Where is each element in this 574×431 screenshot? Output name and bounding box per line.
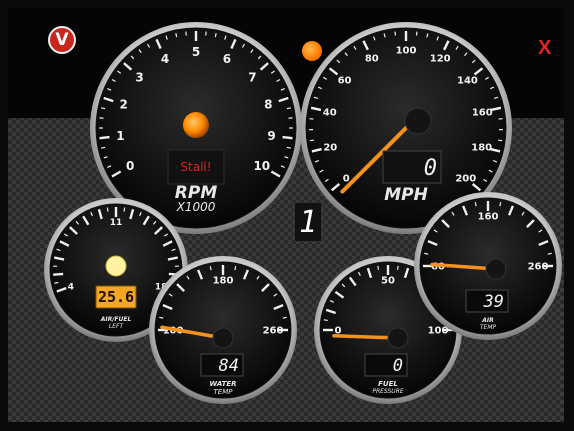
brand-logo-icon: V (48, 26, 76, 54)
mph-tick-label: 40 (323, 107, 337, 118)
water_temp-hub (212, 327, 234, 349)
water_temp-tick (234, 266, 237, 271)
rpm-tick-label: 1 (116, 129, 124, 143)
mph-tick-label: 100 (396, 46, 417, 57)
device-frame: 0 1 2 3 4 5 6 7 8 9 10 Stall! RPM X1000 0 20 40 60 80 100 12… (0, 0, 574, 431)
rpm-shift-light-icon (183, 112, 209, 138)
fuel_pressure-tick (396, 265, 399, 270)
rpm-tick (286, 146, 292, 149)
fuel_pressure-tick-label: 100 (428, 326, 449, 337)
air_temp-tick (547, 252, 552, 255)
rpm-tick-label: 0 (126, 159, 134, 173)
air_temp-tick (424, 252, 429, 255)
air_temp-tick-label: 260 (528, 262, 549, 273)
gauge-air_temp: 6016026039AIRTEMP (414, 192, 562, 340)
mph-hub (404, 107, 432, 135)
air_temp-caption: AIR (481, 317, 494, 324)
mph-tick-label: 20 (323, 142, 337, 153)
water_temp-tick-label: 260 (263, 326, 284, 337)
rpm-tick-label: 3 (135, 70, 143, 84)
rpm-tick-label: 4 (161, 52, 169, 66)
afr-indicator-light-icon (105, 255, 127, 277)
afr-tick (106, 207, 109, 212)
rpm-tick-label: 10 (253, 159, 270, 173)
water_temp-caption-sub: TEMP (214, 388, 234, 396)
mph-tick-label: 200 (455, 174, 476, 185)
rpm-tick-label: 8 (264, 98, 272, 112)
rpm-tick (214, 32, 217, 38)
mph-tick-label: 60 (338, 75, 352, 86)
mph-tick (498, 139, 503, 142)
afr-tick-label: 11 (110, 218, 123, 228)
afr-readout: 25.6 (98, 288, 134, 306)
fuel_pressure-tick-label: 50 (381, 276, 395, 287)
afr-tick (54, 281, 59, 284)
air_temp-readout: 39 (483, 292, 504, 312)
rpm-tick (100, 146, 106, 149)
water_temp-tick-label: 180 (213, 276, 234, 287)
mph-readout: 0 (424, 156, 437, 181)
rpm-status-text: Stall! (180, 160, 211, 174)
fuel_pressure-hub (387, 327, 409, 349)
mph-caption: MPH (384, 185, 428, 205)
rpm-tick (99, 135, 110, 140)
rpm-tick-label: 2 (120, 98, 128, 112)
air_temp-tick (499, 202, 502, 207)
mph-tick-label: 180 (471, 142, 492, 153)
fuel_pressure-caption: FUEL (378, 380, 398, 388)
fuel_pressure-readout: 0 (393, 356, 403, 376)
rpm-tick-label: 5 (192, 45, 200, 59)
rpm-tick-label: 9 (267, 129, 275, 143)
air_temp-hub (485, 258, 507, 280)
mph-tick-label: 140 (457, 75, 478, 86)
rpm-tick (286, 107, 292, 110)
mph-tick-label: 120 (430, 53, 451, 64)
air_temp-tick-label: 160 (478, 212, 499, 223)
fuel_pressure-tick (377, 265, 380, 270)
gear-indicator: 1 (294, 202, 322, 242)
warning-light-icon (302, 41, 322, 61)
water_temp-tick (282, 316, 287, 319)
close-button[interactable]: X (538, 38, 551, 58)
rpm-caption-sub: X1000 (176, 200, 216, 214)
afr-caption-sub: LEFT (109, 323, 125, 330)
mph-tick-label: 80 (365, 53, 379, 64)
mph-tick-label: 160 (472, 107, 493, 118)
afr-tick-label: 4 (68, 283, 74, 293)
water_temp-tick (159, 316, 164, 319)
rpm-tick (100, 107, 106, 110)
rpm-tick (175, 32, 178, 38)
rpm-tick-label: 7 (248, 70, 256, 84)
afr-tick (123, 207, 126, 212)
air_temp-tick (474, 202, 477, 207)
mph-tick (309, 139, 314, 142)
fuel_pressure-caption-sub: PRESSURE (372, 388, 404, 395)
water_temp-readout: 84 (219, 356, 239, 376)
afr-tick (53, 272, 64, 276)
afr-caption: AIR/FUEL (100, 316, 132, 323)
water_temp-tick (209, 266, 212, 271)
dashboard-screen: 0 1 2 3 4 5 6 7 8 9 10 Stall! RPM X1000 0 20 40 60 80 100 12… (8, 8, 564, 422)
rpm-tick-label: 6 (223, 52, 231, 66)
air_temp-caption-sub: TEMP (480, 324, 497, 331)
gauge-water_temp: 10018026084WATERTEMP (149, 256, 297, 404)
fuel_pressure-tick (323, 319, 328, 322)
rpm-tick (282, 135, 293, 140)
gauge-cluster: 01234 5 678910Stall!RPMX100002040608010012… (44, 22, 562, 404)
water_temp-caption: WATER (209, 380, 236, 388)
